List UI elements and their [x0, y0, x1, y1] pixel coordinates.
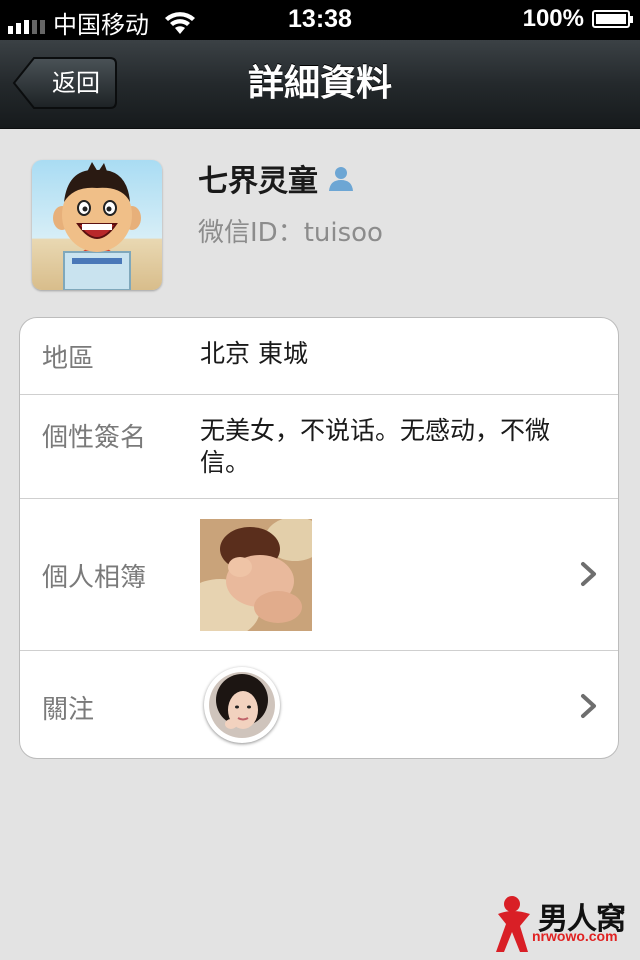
region-row: 地區 北京 東城: [20, 318, 618, 394]
navigation-bar: 返回 詳細資料: [0, 40, 640, 129]
watermark-logo-icon: [496, 896, 530, 952]
signature-label: 個性簽名: [42, 423, 147, 453]
status-right: 100%: [522, 5, 633, 33]
battery-percent: 100%: [522, 5, 584, 32]
battery-icon: [592, 10, 633, 28]
chevron-right-icon: [581, 562, 596, 586]
page-title: 詳細資料: [247, 63, 392, 104]
followed-account-avatar[interactable]: [204, 667, 280, 743]
profile-name: 七界灵童: [198, 164, 318, 199]
album-photo-image: [200, 519, 312, 631]
wechat-id: 微信ID：tuisoo: [198, 218, 383, 248]
watermark-url: nrwowo.com: [532, 928, 618, 944]
details-card: 地區 北京 東城 個性簽名 无美女，不说话。无感动，不微信。 個人相簿 關注: [19, 317, 619, 759]
male-user-icon: [329, 167, 353, 191]
chevron-right-icon: [581, 694, 596, 718]
album-label: 個人相簿: [42, 563, 147, 593]
follow-label: 關注: [42, 695, 95, 725]
follow-row[interactable]: 關注: [20, 650, 618, 758]
status-bar: 中国移动 13:38 100%: [0, 0, 640, 40]
followed-avatar-image: [209, 672, 275, 738]
album-photo-thumbnail[interactable]: [200, 519, 312, 631]
region-value: 北京 東城: [200, 339, 308, 368]
signature-row: 個性簽名 无美女，不说话。无感动，不微信。: [20, 394, 618, 498]
region-label: 地區: [42, 344, 95, 374]
signature-value: 无美女，不说话。无感动，不微信。: [200, 416, 551, 477]
profile-avatar[interactable]: [32, 160, 162, 290]
cartoon-avatar-image: [32, 160, 162, 290]
album-row[interactable]: 個人相簿: [20, 498, 618, 650]
site-watermark: 男人窝 nrwowo.com: [492, 894, 632, 954]
profile-name-row: 七界灵童: [198, 156, 356, 200]
